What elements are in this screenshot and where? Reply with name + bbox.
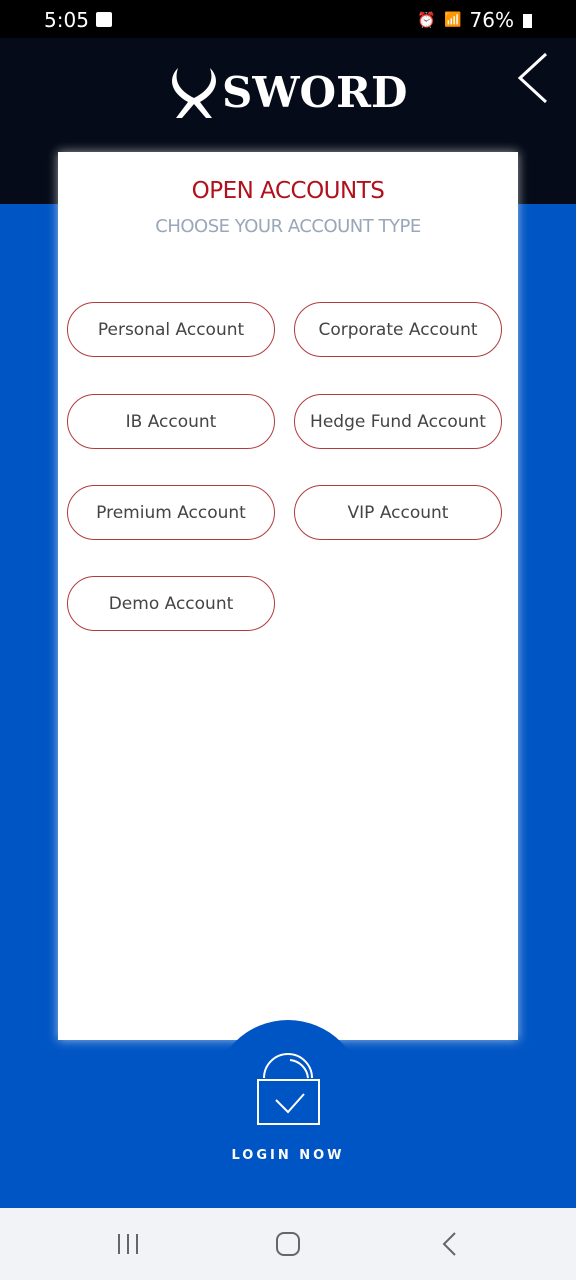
demo-account-button[interactable]: Demo Account	[67, 576, 275, 631]
back-icon[interactable]	[442, 1232, 458, 1260]
home-icon[interactable]	[276, 1232, 300, 1260]
status-bar: 5:05 ⏰ 📶 76%	[0, 0, 576, 38]
sword-emblem-icon	[172, 68, 216, 118]
account-type-card: OPEN ACCOUNTS CHOOSE YOUR ACCOUNT TYPE P…	[58, 152, 518, 1040]
login-now-link[interactable]: LOGIN NOW	[0, 1148, 576, 1163]
status-time: 5:05	[44, 8, 89, 32]
ib-account-button[interactable]: IB Account	[67, 394, 275, 449]
wifi-icon: 📶	[444, 12, 462, 28]
premium-account-button[interactable]: Premium Account	[67, 485, 275, 540]
page-subtitle: CHOOSE YOUR ACCOUNT TYPE	[155, 216, 421, 237]
logo-text: SWORD	[222, 67, 408, 117]
personal-account-button[interactable]: Personal Account	[67, 302, 275, 357]
page-title: OPEN ACCOUNTS	[191, 178, 385, 204]
system-nav-bar	[0, 1208, 576, 1280]
lock-check-icon[interactable]	[254, 1046, 322, 1128]
battery-percent: 76%	[469, 8, 514, 32]
sword-logo: SWORD	[168, 64, 407, 120]
alarm-icon: ⏰	[417, 11, 437, 29]
gallery-notification-icon	[96, 12, 112, 27]
recent-apps-icon[interactable]	[116, 1232, 140, 1260]
vip-account-button[interactable]: VIP Account	[294, 485, 502, 540]
hedge-fund-account-button[interactable]: Hedge Fund Account	[294, 394, 502, 449]
chevron-left-icon[interactable]	[516, 52, 548, 104]
corporate-account-button[interactable]: Corporate Account	[294, 302, 502, 357]
battery-icon	[523, 14, 532, 28]
